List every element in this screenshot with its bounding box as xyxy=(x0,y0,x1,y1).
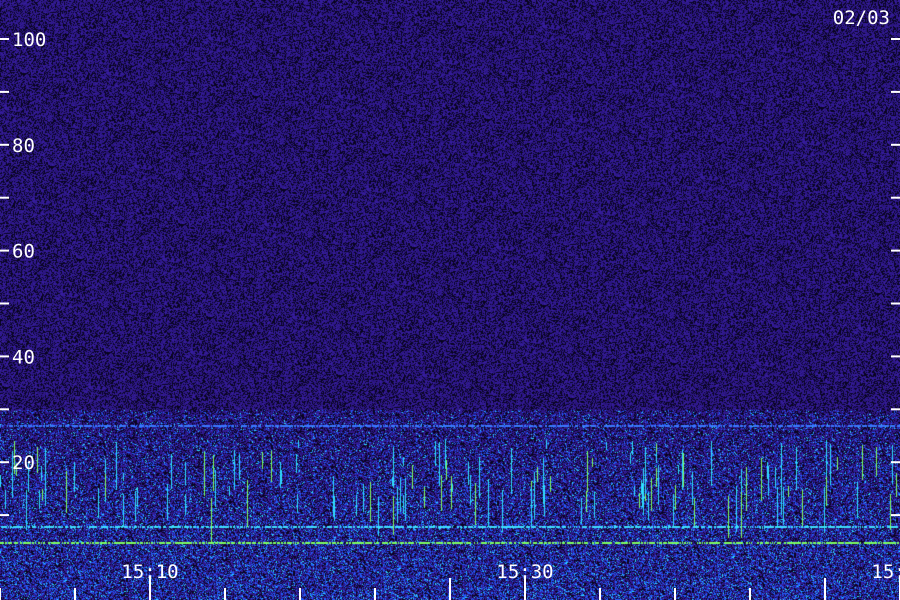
chart-axes: 100 80 60 40 20 15:10 15:30 15:50 02/03 xyxy=(0,7,900,600)
x-tick-label: 15:50 xyxy=(871,561,900,583)
y-axis: 100 80 60 40 20 xyxy=(0,29,900,517)
y-tick-label: 40 xyxy=(12,346,35,368)
x-axis: 15:10 15:30 15:50 xyxy=(0,561,900,600)
x-tick-label: 15:10 xyxy=(121,561,178,583)
date-label: 02/03 xyxy=(833,7,890,29)
y-tick-label: 80 xyxy=(12,135,35,157)
y-tick-label: 20 xyxy=(12,452,35,474)
y-tick-label: 100 xyxy=(12,29,46,51)
y-tick-label: 60 xyxy=(12,241,35,263)
x-tick-label: 15:30 xyxy=(496,561,553,583)
